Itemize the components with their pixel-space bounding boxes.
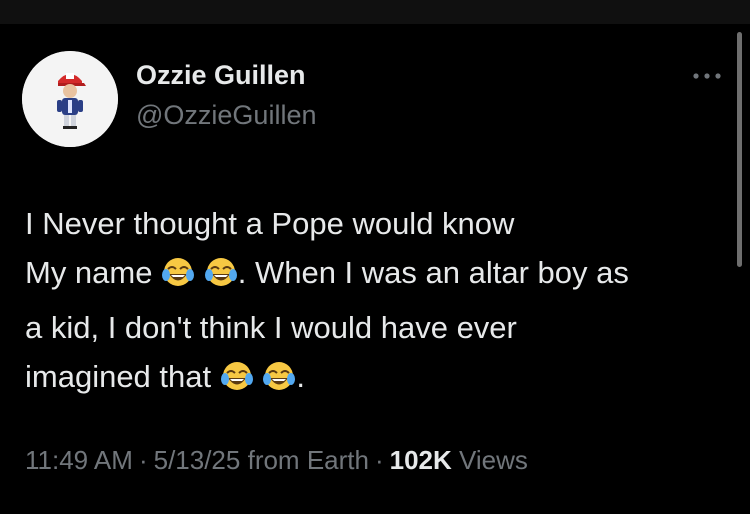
- tweet-meta: 11:49 AM · 5/13/25 from Earth · 102K Views: [25, 445, 528, 476]
- views-label[interactable]: Views: [459, 445, 528, 475]
- avatar[interactable]: [22, 51, 118, 147]
- tweet-text-segment: imagined that: [25, 359, 212, 394]
- tweet-line: My name . When I was an altar boy as: [25, 248, 725, 303]
- meta-separator: ·: [138, 445, 148, 475]
- tweet-time[interactable]: 11:49 AM: [25, 445, 133, 475]
- face-with-tears-of-joy-icon: [204, 254, 238, 303]
- face-with-tears-of-joy-icon: [161, 254, 195, 303]
- status-strip: [0, 0, 750, 24]
- tweet-line: imagined that .: [25, 352, 725, 407]
- tweet-text-segment: .: [296, 359, 305, 394]
- face-with-tears-of-joy-icon: [262, 358, 296, 407]
- face-with-tears-of-joy-icon: [220, 358, 254, 407]
- tweet-line: I Never thought a Pope would know: [25, 206, 515, 241]
- baseball-player-avatar-icon: [22, 51, 118, 147]
- tweet-text-segment: My name: [25, 255, 153, 290]
- author-display-name[interactable]: Ozzie Guillen: [136, 60, 306, 91]
- more-button[interactable]: [690, 62, 724, 90]
- tweet-line: a kid, I don't think I would have ever: [25, 310, 517, 345]
- views-count[interactable]: 102K: [390, 445, 452, 475]
- author-handle[interactable]: @OzzieGuillen: [136, 100, 316, 131]
- tweet-text-segment: . When I was an altar boy as: [237, 255, 629, 290]
- tweet-text: I Never thought a Pope would know My nam…: [25, 199, 725, 407]
- tweet-date[interactable]: 5/13/25: [154, 445, 241, 475]
- scrollbar[interactable]: [737, 32, 742, 267]
- tweet-source: from Earth: [247, 445, 369, 475]
- meta-separator: ·: [374, 445, 384, 475]
- more-dots-icon: [693, 73, 721, 79]
